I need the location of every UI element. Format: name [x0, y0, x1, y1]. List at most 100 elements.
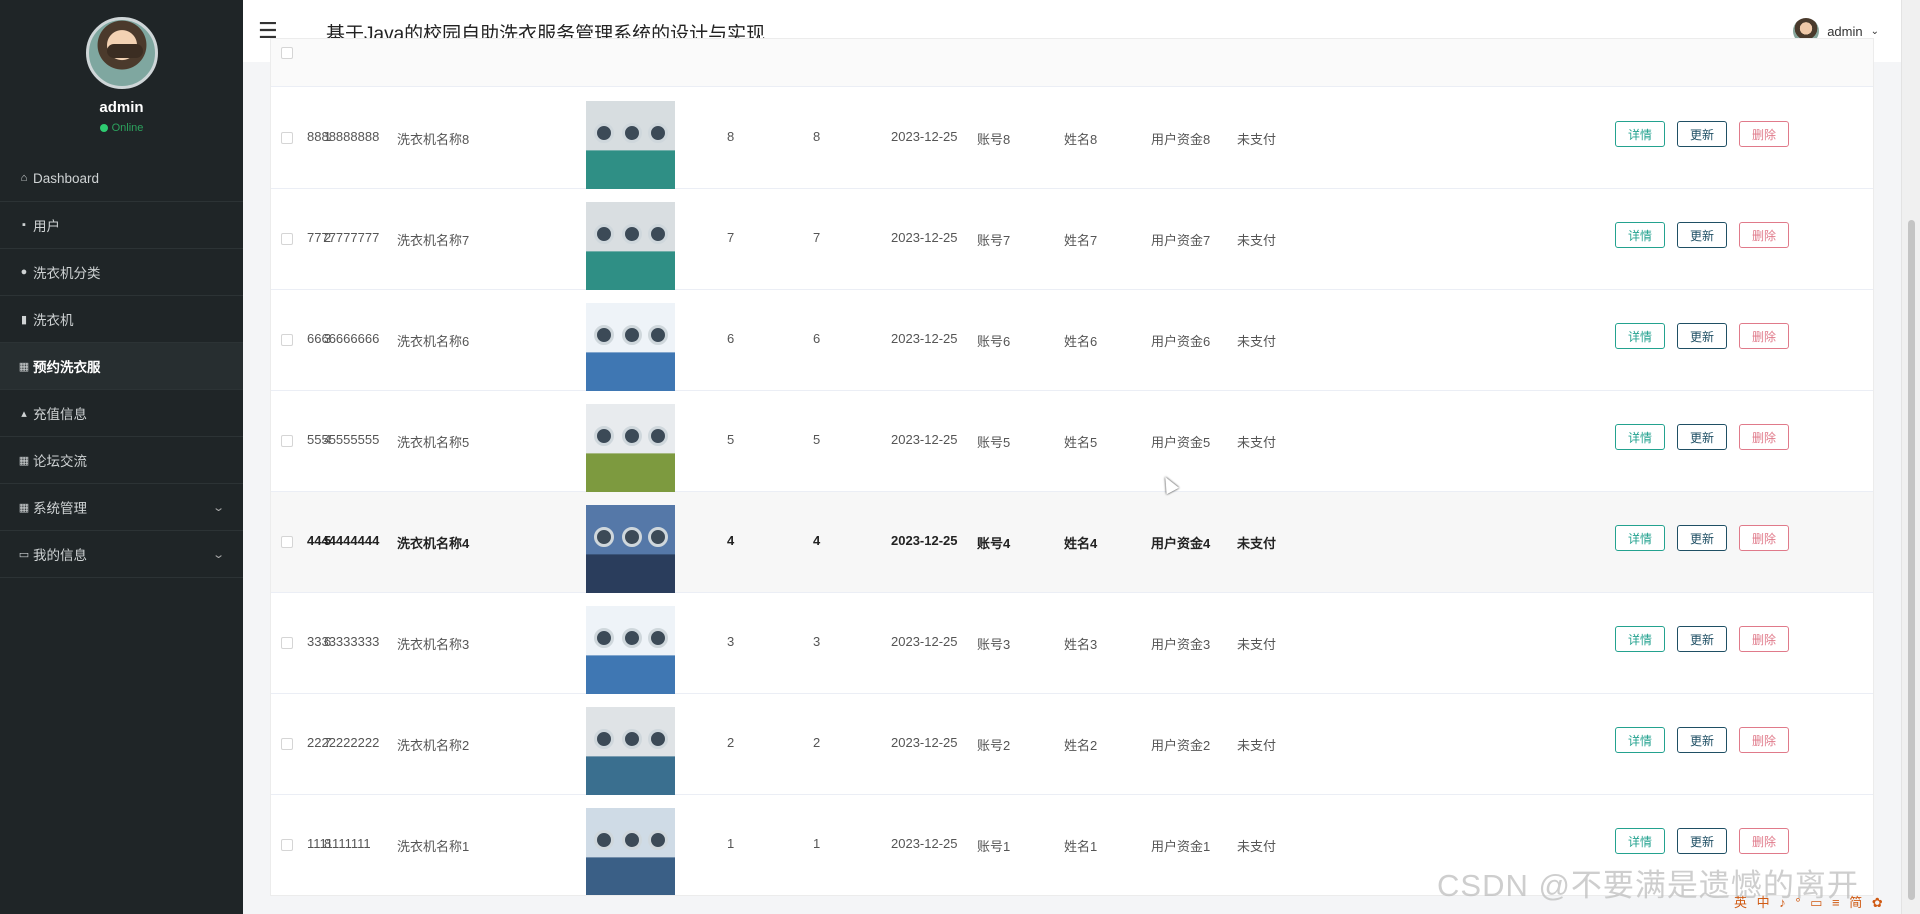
update-button[interactable]: 更新 — [1677, 222, 1728, 248]
cell-name: 洗衣机名称7 — [397, 233, 470, 248]
cell-date: 2023-12-25 — [891, 331, 958, 346]
row-checkbox[interactable] — [281, 637, 293, 649]
cell-paid: 未支付 — [1237, 334, 1277, 349]
update-button[interactable]: 更新 — [1677, 323, 1728, 349]
cell-total: 4 — [813, 533, 821, 548]
sidebar-item-1[interactable]: ▪ 用户 — [0, 202, 243, 249]
cell-name: 洗衣机名称2 — [397, 738, 470, 753]
cell-account: 账号2 — [977, 738, 1011, 753]
table-row[interactable]: 63333333333洗衣机名称33332023-12-25账号3姓名3用户资金… — [271, 593, 1873, 695]
row-checkbox[interactable] — [281, 334, 293, 346]
update-button[interactable]: 更新 — [1677, 121, 1728, 147]
table-row[interactable]: 54444444444洗衣机名称44442023-12-25账号4姓名4用户资金… — [271, 492, 1873, 594]
detail-button[interactable]: 详情 — [1615, 424, 1666, 450]
detail-button[interactable]: 详情 — [1615, 525, 1666, 551]
cell-number: 3333333333 — [307, 634, 380, 649]
cell-date: 2023-12-25 — [891, 230, 958, 245]
table-header — [271, 39, 1873, 87]
cell-paid: 未支付 — [1237, 738, 1277, 753]
update-button[interactable]: 更新 — [1677, 525, 1728, 551]
sidebar-item-5[interactable]: ▴ 充值信息 — [0, 390, 243, 437]
row-checkbox[interactable] — [281, 738, 293, 750]
cell-count: 2 — [727, 735, 735, 750]
cell-total: 8 — [813, 129, 821, 144]
delete-button[interactable]: 删除 — [1739, 525, 1790, 551]
update-button[interactable]: 更新 — [1677, 727, 1728, 753]
cell-number: 8888888888 — [307, 129, 380, 144]
cell-account: 账号1 — [977, 839, 1011, 854]
bar-chart-icon: ▮ — [20, 313, 28, 326]
update-button[interactable]: 更新 — [1677, 424, 1728, 450]
sidebar-item-0[interactable]: ⌂ Dashboard — [0, 155, 243, 202]
detail-button[interactable]: 详情 — [1615, 323, 1666, 349]
delete-button[interactable]: 删除 — [1739, 424, 1790, 450]
cell-uname: 姓名5 — [1064, 435, 1098, 450]
map-marker-icon: ● — [20, 266, 28, 278]
cell-date: 2023-12-25 — [891, 432, 958, 447]
scrollbar-thumb[interactable] — [1908, 220, 1915, 900]
cell-count: 8 — [727, 129, 735, 144]
cell-fund: 用户资金3 — [1151, 637, 1211, 652]
cell-name: 洗衣机名称3 — [397, 637, 470, 652]
home-icon: ⌂ — [20, 172, 28, 184]
sidebar-item-7[interactable]: ▦ 系统管理 ⌄ — [0, 484, 243, 531]
cell-date: 2023-12-25 — [891, 533, 958, 548]
sidebar-item-4[interactable]: ▦ 预约洗衣服 — [0, 343, 243, 390]
avatar[interactable] — [85, 17, 158, 89]
cell-paid: 未支付 — [1237, 839, 1277, 854]
cell-fund: 用户资金1 — [1151, 839, 1211, 854]
page-scrollbar[interactable] — [1901, 0, 1920, 914]
cell-fund: 用户资金8 — [1151, 132, 1211, 147]
cell-fund: 用户资金2 — [1151, 738, 1211, 753]
delete-button[interactable]: 删除 — [1739, 323, 1790, 349]
cell-number: 7777777777 — [307, 230, 380, 245]
detail-button[interactable]: 详情 — [1615, 222, 1666, 248]
cell-paid: 未支付 — [1237, 132, 1277, 147]
table-row[interactable]: 45555555555洗衣机名称55552023-12-25账号5姓名5用户资金… — [271, 391, 1873, 493]
sidebar-item-3[interactable]: ▮ 洗衣机 — [0, 296, 243, 343]
chevron-down-icon: ⌄ — [1870, 25, 1879, 37]
detail-button[interactable]: 详情 — [1615, 121, 1666, 147]
sidebar-item-2[interactable]: ● 洗衣机分类 — [0, 249, 243, 296]
cell-fund: 用户资金4 — [1151, 536, 1211, 551]
row-checkbox[interactable] — [281, 839, 293, 851]
sidebar-item-6[interactable]: ▦ 论坛交流 — [0, 437, 243, 484]
cell-fund: 用户资金6 — [1151, 334, 1211, 349]
cell-uname: 姓名7 — [1064, 233, 1098, 248]
washer-image — [586, 808, 675, 895]
table-row[interactable]: 72222222222洗衣机名称22222023-12-25账号2姓名2用户资金… — [271, 694, 1873, 796]
update-button[interactable]: 更新 — [1677, 828, 1728, 854]
cell-number: 1111111111 — [307, 836, 371, 851]
select-all-checkbox[interactable] — [281, 47, 293, 59]
table-card: 18888888888洗衣机名称88882023-12-25账号8姓名8用户资金… — [270, 38, 1874, 896]
sidebar-item-8[interactable]: ▭ 我的信息 ⌄ — [0, 531, 243, 578]
update-button[interactable]: 更新 — [1677, 626, 1728, 652]
delete-button[interactable]: 删除 — [1739, 121, 1790, 147]
table-row[interactable]: 27777777777洗衣机名称77772023-12-25账号7姓名7用户资金… — [271, 189, 1873, 291]
detail-button[interactable]: 详情 — [1615, 727, 1666, 753]
detail-button[interactable]: 详情 — [1615, 828, 1666, 854]
delete-button[interactable]: 删除 — [1739, 727, 1790, 753]
sidebar-item-label: 我的信息 — [33, 548, 87, 563]
row-checkbox[interactable] — [281, 233, 293, 245]
cell-uname: 姓名3 — [1064, 637, 1098, 652]
bank-icon: ▴ — [21, 407, 27, 420]
cell-count: 5 — [727, 432, 735, 447]
detail-button[interactable]: 详情 — [1615, 626, 1666, 652]
cell-date: 2023-12-25 — [891, 836, 958, 851]
delete-button[interactable]: 删除 — [1739, 626, 1790, 652]
row-checkbox[interactable] — [281, 435, 293, 447]
washer-image — [586, 707, 675, 796]
row-checkbox[interactable] — [281, 536, 293, 548]
washer-image — [586, 202, 675, 291]
cell-total: 6 — [813, 331, 821, 346]
delete-button[interactable]: 删除 — [1739, 828, 1790, 854]
table-row[interactable]: 36666666666洗衣机名称66662023-12-25账号6姓名6用户资金… — [271, 290, 1873, 392]
delete-button[interactable]: 删除 — [1739, 222, 1790, 248]
grid-icon: ▦ — [18, 360, 30, 373]
cell-uname: 姓名1 — [1064, 839, 1098, 854]
sidebar-item-label: 论坛交流 — [33, 454, 87, 469]
row-checkbox[interactable] — [281, 132, 293, 144]
cell-account: 账号3 — [977, 637, 1011, 652]
table-row[interactable]: 18888888888洗衣机名称88882023-12-25账号8姓名8用户资金… — [271, 88, 1873, 190]
